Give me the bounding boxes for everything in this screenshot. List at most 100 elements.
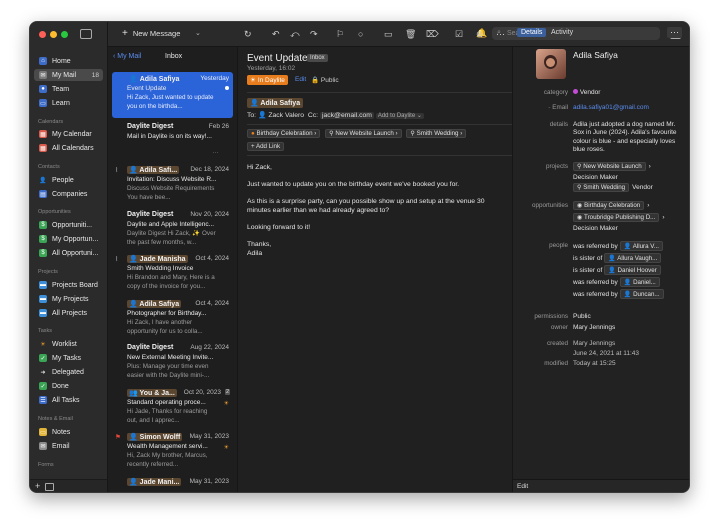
sidebar-item-my-opportunities[interactable]: $ My Opportun... <box>34 233 103 245</box>
flag-icon[interactable]: ⚐ <box>336 29 344 40</box>
section-forms: Forms <box>38 462 54 468</box>
thread-more-icon[interactable]: … <box>212 148 219 155</box>
new-message-button[interactable]: + New Message <box>122 28 180 39</box>
contact-icon: 👤 <box>623 279 632 286</box>
mail-icon: ✉ <box>39 442 47 450</box>
forward-icon[interactable]: ↷ <box>310 29 318 40</box>
calendar-icon: ▦ <box>39 144 47 152</box>
tag-icon[interactable]: ⌦ <box>426 29 439 40</box>
sidebar-item-home[interactable]: ⌂ Home <box>34 55 103 67</box>
tab-activity[interactable]: Activity <box>551 29 573 36</box>
sidebar-item-my-projects[interactable]: ▬ My Projects <box>34 293 103 305</box>
message-item[interactable]: Daylite Digest Nov 20, 2024 Daylite and … <box>112 208 233 254</box>
permissions-value[interactable]: Public <box>573 313 591 320</box>
arrow-right-icon: ➜ <box>40 369 46 376</box>
sidebar-item-all-opportunities[interactable]: $ All Opportuni... <box>34 247 103 259</box>
related-person[interactable]: was referred by 👤 Allura V... <box>573 241 666 251</box>
zoom-window-button[interactable] <box>61 31 68 38</box>
message-item[interactable]: 👤 Jade Mani... May 31, 2023 <box>112 475 233 491</box>
checkbox-icon: ✓ <box>39 354 47 362</box>
refresh-icon[interactable]: ↻ <box>244 29 252 40</box>
section-projects: Projects <box>38 269 58 275</box>
sidebar-item-all-calendars[interactable]: ▦ All Calendars <box>34 142 103 154</box>
owner-value[interactable]: Mary Jennings <box>573 324 615 331</box>
sidebar-item-projects-board[interactable]: ▬ Projects Board <box>34 279 103 291</box>
project-link[interactable]: ⚲ New Website Launch › <box>573 162 651 171</box>
sidebar-item-my-tasks[interactable]: ✓ My Tasks <box>34 352 103 364</box>
sidebar-item-email[interactable]: ✉ Email <box>34 440 103 452</box>
add-to-daylite-button[interactable]: Add to Daylite ⌄ <box>375 113 424 119</box>
linked-opportunity[interactable]: ● Birthday Celebration › <box>247 129 321 138</box>
back-to-my-mail-link[interactable]: ‹ My Mail <box>113 53 141 60</box>
checkbox-icon: ✓ <box>39 382 47 390</box>
reply-icon[interactable]: ↶ <box>272 29 280 40</box>
new-message-dropdown-icon[interactable]: ⌄ <box>195 29 201 37</box>
related-person[interactable]: is sister of 👤 Daniel Hoover <box>573 265 664 275</box>
sidebar-item-companies[interactable]: ▤ Companies <box>34 188 103 200</box>
message-item[interactable]: Daylite Digest Feb 26 Mail in Daylite is… <box>112 120 233 146</box>
message-item[interactable]: ⚑ 👤 Simon Wolff May 31, 2023 Wealth Mana… <box>112 430 233 476</box>
sidebar-item-delegated[interactable]: ➜ Delegated <box>34 366 103 378</box>
building-icon: ▤ <box>39 190 47 198</box>
opportunity-icon: $ <box>39 235 47 243</box>
related-person[interactable]: was referred by 👤 Duncan... <box>573 289 667 299</box>
project-link[interactable]: ⚲ Smith Wedding Vendor <box>573 183 653 192</box>
contact-icon: 👤 <box>608 267 616 274</box>
minimize-window-button[interactable] <box>50 31 57 38</box>
sidebar-item-all-projects[interactable]: ▬ All Projects <box>34 307 103 319</box>
folder-icon: ▬ <box>39 309 47 317</box>
reply-all-icon[interactable]: ⤺ <box>290 29 300 40</box>
to-recipient[interactable]: 👤 Zack Valero <box>258 112 304 119</box>
more-icon[interactable]: ⋯ <box>496 29 505 40</box>
category-value[interactable]: Vendor <box>573 89 600 96</box>
close-window-button[interactable] <box>39 31 46 38</box>
message-item[interactable]: ⌇ 👤 Jade Manisha Oct 4, 2024 Smith Weddi… <box>112 252 233 298</box>
cc-recipient[interactable]: jack@email.com <box>319 112 374 119</box>
message-reader: ↻ ↶ ⤺ ↷ ⚐ ○ ▭ 🗑 ⌦ ☑ ⊕ ⋯ Event Update Inb… <box>238 29 513 492</box>
message-item[interactable]: 👤 Adila Safiya Yesterday Event Update Hi … <box>112 72 233 118</box>
linked-project[interactable]: ⚲ Smith Wedding › <box>406 129 467 138</box>
add-link-button[interactable]: + Add Link <box>247 142 285 151</box>
edit-button[interactable]: Edit <box>517 483 528 490</box>
message-item[interactable]: ⌇ 👤 Adila Safi... Dec 18, 2024 Invitatio… <box>112 163 233 209</box>
contacts-icon: 👥 <box>129 390 138 397</box>
trash-icon[interactable]: 🗑 <box>405 29 416 40</box>
sidebar-item-people[interactable]: 👤 People <box>34 174 103 186</box>
opportunity-link[interactable]: ◉ Birthday Celebration › <box>573 201 649 210</box>
edit-link[interactable]: Edit <box>295 76 306 83</box>
sidebar-item-team[interactable]: ● Team <box>34 83 103 95</box>
sidebar-item-worklist[interactable]: ☀ Worklist <box>34 338 103 350</box>
archive-icon[interactable]: ▭ <box>384 29 393 40</box>
sidebar-item-my-calendar[interactable]: ▦ My Calendar <box>34 128 103 140</box>
sidebar-item-done[interactable]: ✓ Done <box>34 380 103 392</box>
opportunity-icon: ● <box>251 130 255 137</box>
sender-chip[interactable]: 👤 Adila Safiya <box>247 98 304 108</box>
message-item[interactable]: 👥 You & Ja... Oct 20, 2023 2 Standard op… <box>112 386 233 432</box>
message-item[interactable]: Daylite Digest Aug 22, 2024 New External… <box>112 341 233 387</box>
plus-circle-icon[interactable]: ⊕ <box>476 29 484 40</box>
more-icon[interactable]: ⋯ <box>667 27 682 38</box>
flag-icon: ⚑ <box>115 434 121 441</box>
sidebar-item-opportunities-board[interactable]: $ Opportuniti... <box>34 219 103 231</box>
calendar-mini-icon[interactable] <box>45 483 54 491</box>
contact-icon: 👤 <box>129 479 138 486</box>
linked-items: ● Birthday Celebration › ⚲ New Website L… <box>247 129 469 138</box>
tab-details[interactable]: Details <box>517 28 547 37</box>
sidebar-toggle-icon[interactable] <box>80 29 92 39</box>
team-icon: ● <box>39 85 47 93</box>
in-daylite-badge[interactable]: ☀ In Daylite <box>247 75 288 85</box>
add-icon[interactable]: + <box>35 481 40 491</box>
linked-project[interactable]: ⚲ New Website Launch › <box>325 129 402 138</box>
checkbox-icon[interactable]: ☑ <box>455 29 463 40</box>
message-item[interactable]: 👤 Adila Safiya Oct 4, 2024 Photographer … <box>112 297 233 343</box>
sidebar-item-notes[interactable]: ▭ Notes <box>34 426 103 438</box>
sidebar-item-all-tasks[interactable]: ☰ All Tasks <box>34 394 103 406</box>
circle-status-icon[interactable]: ○ <box>358 29 363 39</box>
paperclip-icon: ⌇ <box>115 256 119 263</box>
sidebar-item-my-mail[interactable]: ✉ My Mail 18 <box>34 69 103 81</box>
related-person[interactable]: is sister of 👤 Allura Vaugh... <box>573 253 664 263</box>
opportunity-link[interactable]: ◉ Troubridge Publishing D... › <box>573 213 665 222</box>
email-link[interactable]: adila.safiya01@gmail.com <box>573 104 649 111</box>
related-person[interactable]: was referred by 👤 Daniel... <box>573 277 663 287</box>
sidebar-item-learn[interactable]: ▭ Learn <box>34 97 103 109</box>
